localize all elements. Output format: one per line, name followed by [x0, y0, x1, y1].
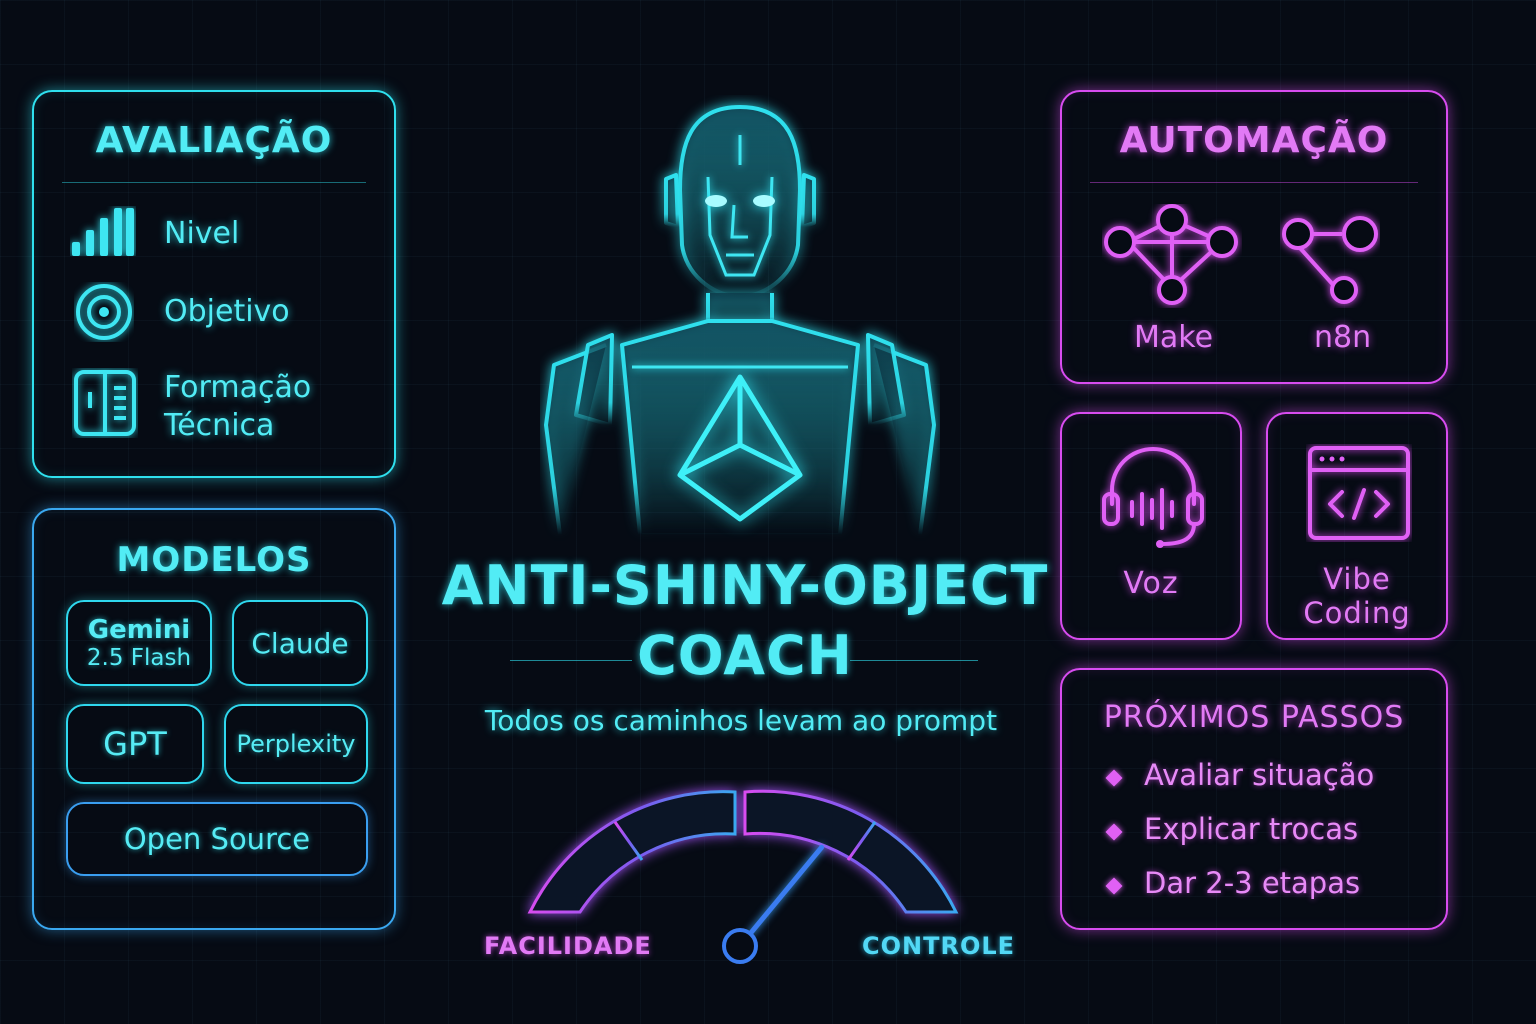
n8n-nodes-icon[interactable]	[1280, 204, 1380, 308]
automation-title: AUTOMAÇÃO	[1119, 120, 1389, 161]
gauge-right-label: CONTROLE	[862, 932, 1016, 960]
evaluation-item-training-line2: Técnica	[164, 408, 275, 443]
vibe-coding-panel[interactable]: Vibe Coding	[1266, 412, 1448, 640]
model-chip-perplexity-label: Perplexity	[236, 730, 356, 758]
voice-label: Voz	[1123, 566, 1179, 601]
models-title: MODELOS	[116, 540, 312, 580]
models-panel: MODELOS Gemini 2.5 Flash Claude GPT Perp…	[32, 508, 396, 930]
model-chip-open-source[interactable]: Open Source	[66, 802, 368, 876]
diamond-bullet-icon	[1105, 877, 1123, 895]
evaluation-item-level: Nivel	[164, 216, 240, 251]
gauge-needle	[722, 844, 825, 964]
diamond-bullet-icon	[1105, 769, 1123, 787]
model-chip-open-source-label: Open Source	[123, 822, 311, 856]
automation-tool-make: Make	[1134, 320, 1214, 355]
hero-title-line1: ANTI-SHINY-OBJECT	[441, 554, 1049, 617]
target-icon	[74, 282, 134, 342]
model-chip-claude-label: Claude	[251, 626, 349, 660]
next-steps-panel: PRÓXIMOS PASSOS Avaliar situação Explica…	[1060, 668, 1448, 930]
next-step-item: Explicar trocas	[1144, 812, 1359, 846]
vibe-label-line2: Coding	[1303, 596, 1411, 630]
hero-tagline: Todos os caminhos levam ao prompt	[484, 704, 998, 737]
evaluation-title: AVALIAÇÃO	[95, 120, 333, 161]
model-chip-perplexity[interactable]: Perplexity	[224, 704, 368, 784]
model-chip-gpt[interactable]: GPT	[66, 704, 204, 784]
model-chip-gpt-label: GPT	[103, 725, 167, 763]
headset-icon	[1100, 444, 1206, 548]
next-step-item: Dar 2-3 etapas	[1144, 866, 1361, 900]
signal-bars-icon	[70, 206, 136, 256]
divider	[1090, 182, 1418, 183]
gauge-left-label: FACILIDADE	[484, 932, 652, 960]
next-steps-title: PRÓXIMOS PASSOS	[1103, 700, 1405, 735]
humanoid-robot-icon	[540, 95, 940, 545]
evaluation-item-objective: Objetivo	[164, 294, 290, 329]
hero-title-line2: COACH	[637, 624, 853, 687]
voice-panel[interactable]: Voz	[1060, 412, 1242, 640]
next-step-item: Avaliar situação	[1144, 758, 1375, 792]
hero-divider-right	[850, 660, 978, 661]
make-network-icon[interactable]	[1102, 204, 1242, 308]
vibe-label-line1: Vibe	[1323, 562, 1391, 596]
model-chip-gemini-sub: 2.5 Flash	[86, 645, 192, 671]
book-icon	[72, 368, 138, 438]
gauge-needle-line	[747, 844, 825, 937]
diamond-bullet-icon	[1105, 823, 1123, 841]
evaluation-item-training-line1: Formação	[164, 370, 312, 405]
code-window-icon	[1306, 444, 1412, 542]
automation-tool-n8n: n8n	[1314, 320, 1372, 355]
automation-panel: AUTOMAÇÃO Make n8n	[1060, 90, 1448, 384]
evaluation-panel: AVALIAÇÃO Nivel Objetivo Formação Técnic…	[32, 90, 396, 478]
model-chip-claude[interactable]: Claude	[232, 600, 368, 686]
model-chip-gemini-label: Gemini	[87, 615, 191, 645]
divider	[62, 182, 366, 183]
gauge-needle-hub	[722, 928, 758, 964]
model-chip-gemini[interactable]: Gemini 2.5 Flash	[66, 600, 212, 686]
